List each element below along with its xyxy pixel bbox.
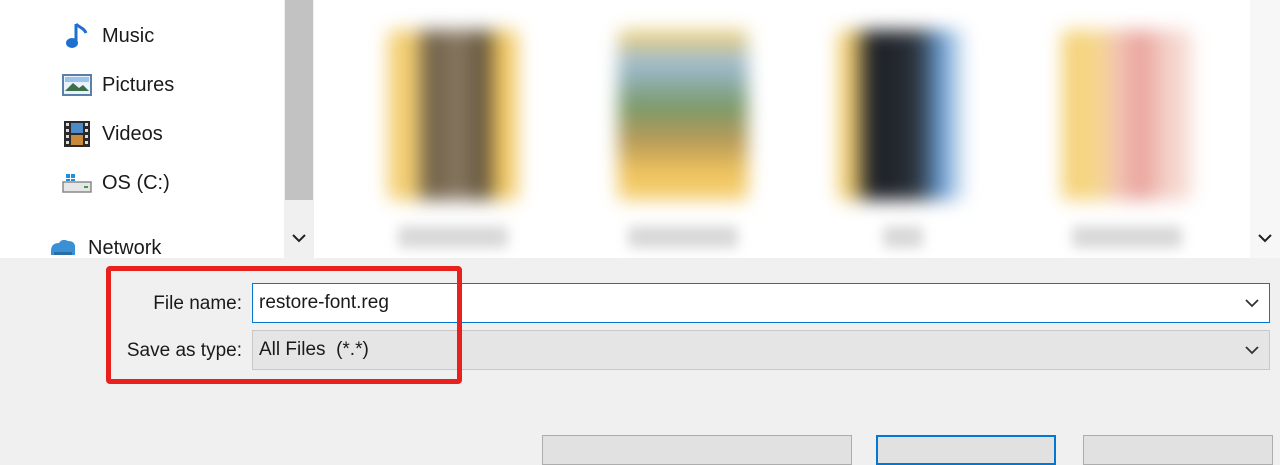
folder-thumbnail (618, 30, 748, 200)
file-scroll-down-button[interactable] (1250, 224, 1280, 254)
blurred-file-name (628, 226, 738, 248)
nav-item-videos[interactable]: Videos (62, 119, 163, 149)
folder-thumbnail (1062, 30, 1192, 200)
nav-item-label: Pictures (102, 73, 175, 96)
nav-item-network[interactable]: Network (48, 233, 161, 263)
file-list-view[interactable] (314, 0, 1250, 258)
nav-scroll-down-button[interactable] (284, 224, 314, 254)
file-item[interactable] (388, 30, 518, 250)
hide-folders-button[interactable] (542, 435, 852, 465)
blurred-file-name (398, 226, 508, 248)
navigation-pane: Music Pictures Videos OS (C:) Network (0, 0, 284, 259)
network-icon (48, 233, 78, 263)
nav-item-label: Network (88, 236, 162, 259)
nav-item-label: OS (C:) (102, 171, 170, 194)
save-button[interactable] (876, 435, 1056, 465)
chevron-down-icon (292, 230, 306, 248)
save-as-type-value: All Files (*.*) (259, 339, 369, 360)
nav-pane-scroll-thumb[interactable] (285, 0, 313, 200)
nav-pane-scrollbar[interactable] (284, 0, 314, 258)
chevron-down-icon[interactable] (1241, 292, 1263, 314)
pictures-icon (62, 70, 92, 100)
file-name-input[interactable] (253, 284, 1231, 322)
nav-item-label: Videos (102, 122, 163, 145)
save-as-type-select[interactable]: All Files (*.*) (252, 330, 1270, 370)
file-name-label: File name: (153, 293, 242, 314)
file-name-combobox[interactable] (252, 283, 1270, 323)
folder-thumbnail (838, 30, 968, 200)
nav-item-label: Music (102, 24, 155, 47)
save-as-type-label: Save as type: (126, 340, 242, 361)
chevron-down-icon[interactable] (1241, 339, 1263, 361)
nav-item-music[interactable]: Music (62, 21, 154, 51)
videos-icon (62, 119, 92, 149)
music-note-icon (62, 21, 92, 51)
nav-item-pictures[interactable]: Pictures (62, 70, 174, 100)
cancel-button[interactable] (1083, 435, 1273, 465)
dialog-browse-area: Music Pictures Videos OS (C:) Network (0, 0, 1280, 259)
blurred-file-name (883, 226, 923, 248)
file-item[interactable] (838, 30, 968, 250)
file-item[interactable] (1062, 30, 1192, 250)
drive-icon (62, 168, 92, 198)
nav-item-os-drive[interactable]: OS (C:) (62, 168, 170, 198)
file-list-scrollbar[interactable] (1250, 0, 1280, 258)
chevron-down-icon (1258, 230, 1272, 248)
blurred-file-name (1072, 226, 1182, 248)
folder-thumbnail (388, 30, 518, 200)
file-item[interactable] (618, 30, 748, 250)
